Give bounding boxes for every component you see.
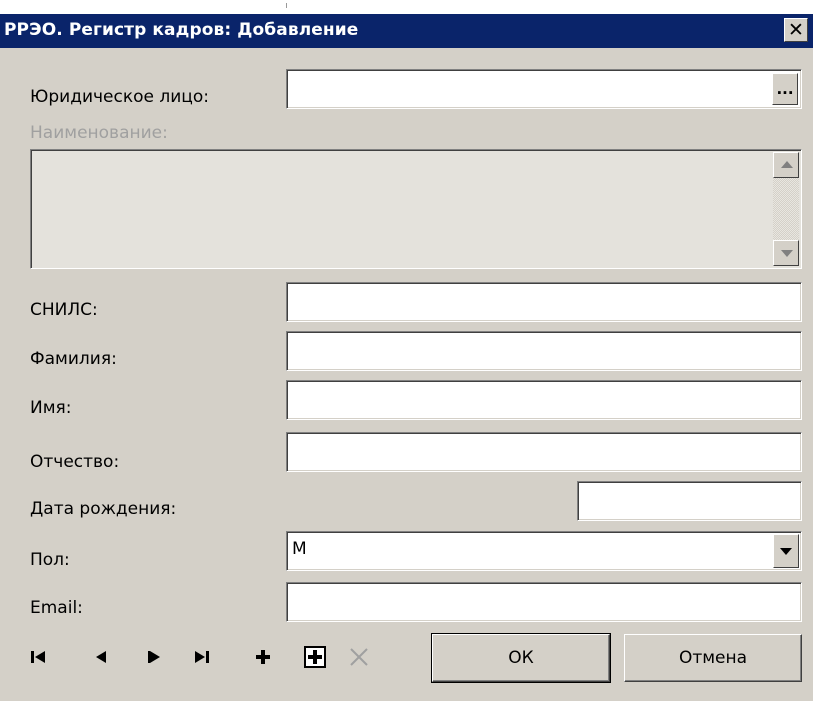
prior-record-icon[interactable] bbox=[92, 648, 110, 666]
gender-value: М bbox=[292, 539, 307, 559]
first-name-label: Имя: bbox=[30, 398, 72, 418]
snils-input[interactable] bbox=[286, 282, 802, 322]
scroll-down-button[interactable] bbox=[773, 240, 799, 266]
ok-button[interactable]: ОК bbox=[431, 633, 611, 683]
title-bar[interactable]: РРЭО. Регистр кадров: Добавление ✕ bbox=[0, 14, 813, 48]
name-scrollbar[interactable] bbox=[773, 152, 799, 266]
scroll-up-arrow-icon bbox=[781, 161, 793, 168]
legal-entity-field[interactable]: ... bbox=[286, 69, 802, 109]
name-memo bbox=[30, 149, 802, 269]
legal-entity-lookup-button[interactable]: ... bbox=[772, 73, 798, 105]
gender-label: Пол: bbox=[30, 550, 70, 570]
last-name-input[interactable] bbox=[286, 331, 802, 371]
delete-record-icon bbox=[347, 645, 371, 669]
dialog-window: РРЭО. Регистр кадров: Добавление ✕ Юриди… bbox=[0, 14, 813, 701]
cancel-button-label: Отмена bbox=[678, 648, 748, 668]
insert-record-icon[interactable] bbox=[254, 648, 272, 666]
patronymic-label: Отчество: bbox=[30, 452, 120, 472]
append-record-icon[interactable] bbox=[303, 645, 327, 669]
legal-entity-label: Юридическое лицо: bbox=[30, 87, 209, 107]
first-name-input[interactable] bbox=[286, 380, 802, 420]
close-icon: ✕ bbox=[788, 18, 804, 41]
top-strip bbox=[0, 0, 813, 14]
strip-tick bbox=[286, 3, 287, 8]
window-title: РРЭО. Регистр кадров: Добавление bbox=[4, 20, 359, 40]
email-label: Email: bbox=[30, 598, 83, 618]
last-name-label: Фамилия: bbox=[30, 349, 117, 369]
ellipsis-icon: ... bbox=[776, 80, 794, 98]
name-label: Наименование: bbox=[30, 123, 168, 143]
email-input[interactable] bbox=[286, 582, 802, 622]
last-record-icon[interactable] bbox=[194, 648, 212, 666]
birth-date-input[interactable] bbox=[577, 481, 802, 521]
scroll-down-arrow-icon bbox=[781, 250, 793, 257]
chevron-down-icon bbox=[780, 548, 792, 555]
birth-date-label: Дата рождения: bbox=[30, 499, 177, 519]
gender-select[interactable]: М bbox=[286, 531, 802, 571]
gender-dropdown-button[interactable] bbox=[773, 534, 799, 568]
close-button[interactable]: ✕ bbox=[784, 18, 808, 42]
patronymic-input[interactable] bbox=[286, 432, 802, 472]
cancel-button[interactable]: Отмена bbox=[624, 634, 802, 682]
scroll-up-button[interactable] bbox=[773, 152, 799, 178]
snils-label: СНИЛС: bbox=[30, 300, 98, 320]
next-record-icon[interactable] bbox=[145, 648, 163, 666]
ok-button-label: ОК bbox=[508, 648, 534, 668]
first-record-icon[interactable] bbox=[30, 648, 48, 666]
